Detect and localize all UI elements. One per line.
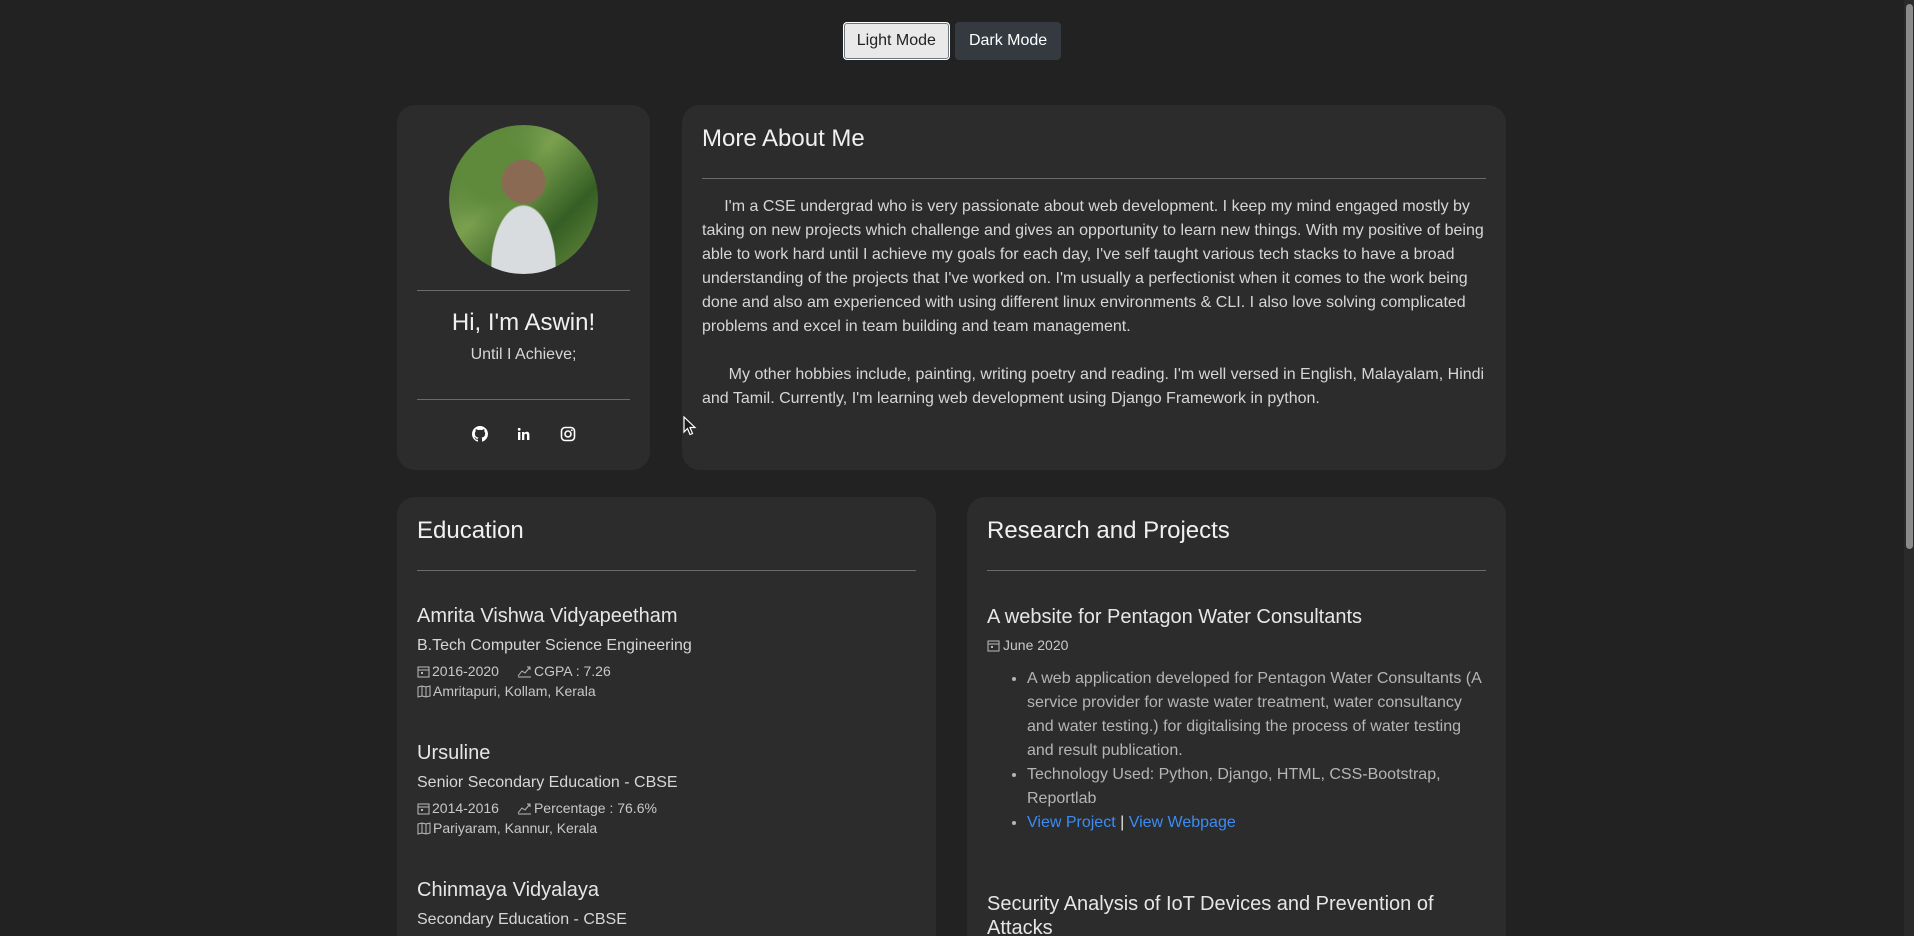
project-title: Security Analysis of IoT Devices and Pre…	[987, 893, 1434, 936]
edu-years: 2014-2016	[432, 800, 499, 816]
view-project-link[interactable]: View Project	[1027, 814, 1116, 831]
list-item: Chinmaya Vidyalaya Secondary Education -…	[417, 879, 916, 929]
calendar-icon	[417, 666, 430, 677]
school-name: Chinmaya Vidyalaya	[417, 879, 599, 901]
calendar-icon	[417, 803, 430, 814]
list-item: A web application developed for Pentagon…	[1027, 667, 1486, 763]
edu-years: 2016-2020	[432, 663, 499, 679]
theme-switcher: Light Mode Dark Mode	[0, 22, 1904, 60]
divider	[702, 178, 1486, 179]
profile-tagline: Until I Achieve;	[470, 346, 577, 363]
social-links	[417, 426, 630, 442]
light-mode-button[interactable]: Light Mode	[842, 22, 950, 60]
trending-icon	[517, 666, 531, 677]
github-icon[interactable]	[471, 426, 488, 442]
trending-icon	[517, 803, 531, 814]
scrollbar-thumb[interactable]	[1906, 4, 1913, 549]
project-title: A website for Pentagon Water Consultants	[987, 606, 1363, 628]
about-paragraph: My other hobbies include, painting, writ…	[702, 366, 1485, 407]
project-date: June 2020	[1003, 637, 1069, 653]
projects-card: Research and Projects A website for Pent…	[967, 497, 1506, 936]
degree-name: B.Tech Computer Science Engineering	[417, 637, 692, 654]
about-card: More About Me I'm a CSE undergrad who is…	[682, 105, 1506, 470]
divider	[417, 399, 630, 400]
divider	[417, 570, 916, 571]
linkedin-icon[interactable]	[516, 426, 532, 442]
list-item: Technology Used: Python, Django, HTML, C…	[1027, 763, 1486, 811]
education-card: Education Amrita Vishwa Vidyapeetham B.T…	[397, 497, 936, 936]
about-title: More About Me	[702, 125, 865, 152]
project-details: A web application developed for Pentagon…	[987, 667, 1486, 835]
avatar	[449, 125, 598, 274]
dark-mode-button[interactable]: Dark Mode	[954, 22, 1062, 60]
divider	[417, 290, 630, 291]
list-item: View Project | View Webpage	[1027, 811, 1486, 835]
school-name: Ursuline	[417, 742, 491, 764]
list-item: Ursuline Senior Secondary Education - CB…	[417, 742, 916, 836]
map-icon	[417, 821, 431, 835]
map-icon	[417, 684, 431, 698]
profile-name: Hi, I'm Aswin!	[451, 309, 596, 336]
about-paragraph: I'm a CSE undergrad who is very passiona…	[702, 198, 1484, 335]
instagram-icon[interactable]	[560, 426, 576, 442]
school-name: Amrita Vishwa Vidyapeetham	[417, 605, 678, 627]
projects-title: Research and Projects	[987, 517, 1230, 544]
degree-name: Senior Secondary Education - CBSE	[417, 774, 678, 791]
degree-name: Secondary Education - CBSE	[417, 911, 627, 928]
edu-location: Amritapuri, Kollam, Kerala	[433, 683, 596, 699]
edu-score: Percentage : 76.6%	[533, 800, 657, 816]
list-item: Amrita Vishwa Vidyapeetham B.Tech Comput…	[417, 605, 916, 699]
mouse-cursor-icon	[683, 416, 697, 436]
view-webpage-link[interactable]: View Webpage	[1129, 814, 1236, 831]
link-separator: |	[1120, 814, 1125, 831]
scrollbar[interactable]	[1904, 0, 1914, 936]
divider	[987, 570, 1486, 571]
calendar-icon	[987, 640, 1000, 651]
profile-card: Hi, I'm Aswin! Until I Achieve;	[397, 105, 650, 470]
education-title: Education	[417, 517, 524, 544]
edu-location: Pariyaram, Kannur, Kerala	[433, 820, 598, 836]
edu-score: CGPA : 7.26	[533, 663, 611, 679]
